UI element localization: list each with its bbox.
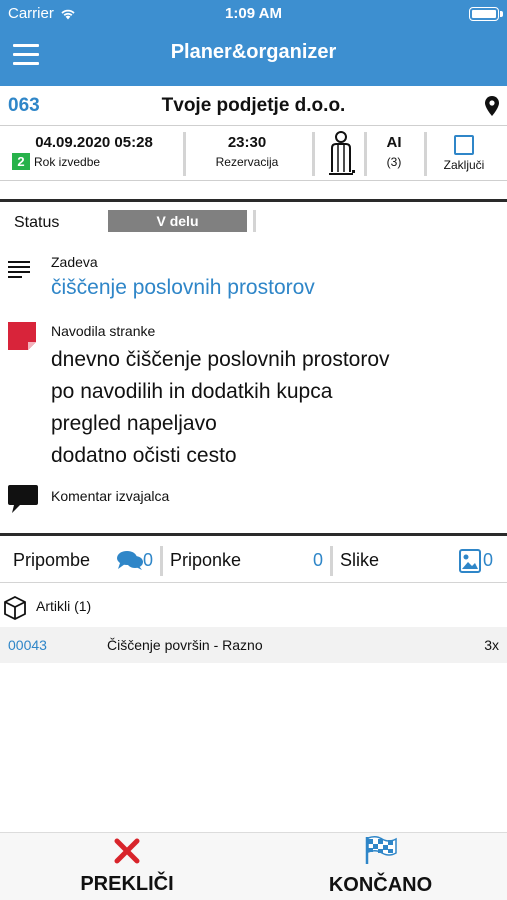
subject-value[interactable]: čiščenje poslovnih prostorov: [51, 276, 315, 300]
instructions-text: dnevno čiščenje poslovnih prostorov po n…: [51, 344, 390, 472]
notes-label[interactable]: Pripombe: [13, 550, 90, 571]
attachments-row: Pripombe 0 Priponke 0 Slike 0: [0, 542, 507, 580]
ios-status-bar: Carrier 1:09 AM: [0, 0, 507, 28]
status-row: Status V delu: [0, 206, 507, 238]
divider: [183, 132, 186, 176]
comment-icon: [8, 485, 38, 513]
instructions-line: dodatno očisti cesto: [51, 444, 237, 467]
finish-label: KONČANO: [328, 874, 433, 896]
section-divider: [0, 199, 507, 202]
order-info-row: 04.09.2020 05:28 2 Rok izvedbe 23:30 Rez…: [0, 127, 507, 181]
ai-label: AI: [386, 134, 402, 151]
app-header: Planer&organizer: [0, 28, 507, 86]
checkered-flag-icon: [365, 835, 397, 864]
action-bar: PREKLIČI KONČANO: [0, 832, 507, 900]
instructions-line: po navodilih in dodatkih kupca: [51, 380, 333, 403]
reservation-time: 23:30: [227, 134, 267, 151]
person-icon: [329, 131, 355, 175]
article-quantity: 3x: [484, 637, 499, 653]
box-icon: [4, 596, 26, 620]
text-lines-icon: [8, 261, 30, 278]
client-name: Tvoje podjetje d.o.o.: [161, 95, 346, 116]
deadline-info: 2 Rok izvedbe: [12, 153, 100, 170]
close-order-button[interactable]: Zaključi: [432, 127, 496, 181]
divider: [253, 210, 256, 232]
order-header: 063 Tvoje podjetje d.o.o.: [0, 86, 507, 126]
customer-instructions-section: Navodila stranke dnevno čiščenje poslovn…: [0, 314, 507, 472]
reservation-cell: 23:30 Rezervacija: [190, 127, 304, 181]
table-row[interactable]: 00043 Čiščenje površin - Razno 3x: [0, 627, 507, 663]
divider: [330, 546, 333, 576]
articles-title: Artikli (1): [36, 598, 92, 614]
checkbox-icon[interactable]: [454, 135, 474, 155]
divider: [0, 582, 507, 583]
attachments-count: 0: [313, 550, 324, 570]
instructions-line: dnevno čiščenje poslovnih prostorov: [51, 348, 390, 371]
images-label[interactable]: Slike: [340, 550, 379, 571]
sticky-note-icon: [8, 322, 36, 350]
images-count: 0: [483, 550, 494, 570]
notes-count: 0: [143, 550, 154, 570]
deadline-date: 04.09.2020 05:28: [35, 134, 153, 151]
status-label: Status: [14, 214, 60, 231]
map-pin-icon[interactable]: [485, 96, 499, 116]
subject-label: Zadeva: [51, 254, 98, 270]
app-title: Planer&organizer: [170, 41, 337, 63]
article-code[interactable]: 00043: [8, 637, 47, 653]
close-order-label: Zaključi: [443, 158, 485, 172]
contractor-comment-section[interactable]: Komentar izvajalca: [0, 477, 507, 529]
section-divider: [0, 533, 507, 536]
divider: [424, 132, 427, 176]
chat-bubbles-icon[interactable]: [117, 550, 143, 570]
ai-cell[interactable]: AI (3): [366, 127, 422, 181]
deadline-cell: 04.09.2020 05:28 2 Rok izvedbe: [8, 127, 180, 181]
assignee-cell[interactable]: [318, 127, 364, 181]
deadline-label: Rok izvedbe: [34, 154, 101, 169]
divider: [312, 132, 315, 176]
comment-label: Komentar izvajalca: [51, 488, 170, 504]
articles-header: Artikli (1): [0, 590, 507, 624]
cancel-button[interactable]: PREKLIČI: [0, 833, 254, 900]
subject-section: Zadeva čiščenje poslovnih prostorov: [0, 244, 507, 310]
image-icon[interactable]: [459, 549, 481, 573]
cancel-label: PREKLIČI: [80, 873, 174, 895]
finish-button[interactable]: KONČANO: [254, 833, 507, 900]
reservation-label: Rezervacija: [215, 155, 279, 169]
close-x-icon: [114, 838, 140, 864]
clock: 1:09 AM: [225, 5, 282, 22]
divider: [160, 546, 163, 576]
status-badge[interactable]: V delu: [108, 210, 247, 232]
battery-icon: [469, 7, 503, 21]
instructions-label: Navodila stranke: [51, 323, 156, 339]
ai-count: (3): [386, 155, 402, 169]
article-name: Čiščenje površin - Razno: [107, 637, 263, 653]
deadline-badge: 2: [12, 153, 30, 170]
instructions-line: pregled napeljavo: [51, 412, 217, 435]
attachments-label[interactable]: Priponke: [170, 550, 241, 571]
